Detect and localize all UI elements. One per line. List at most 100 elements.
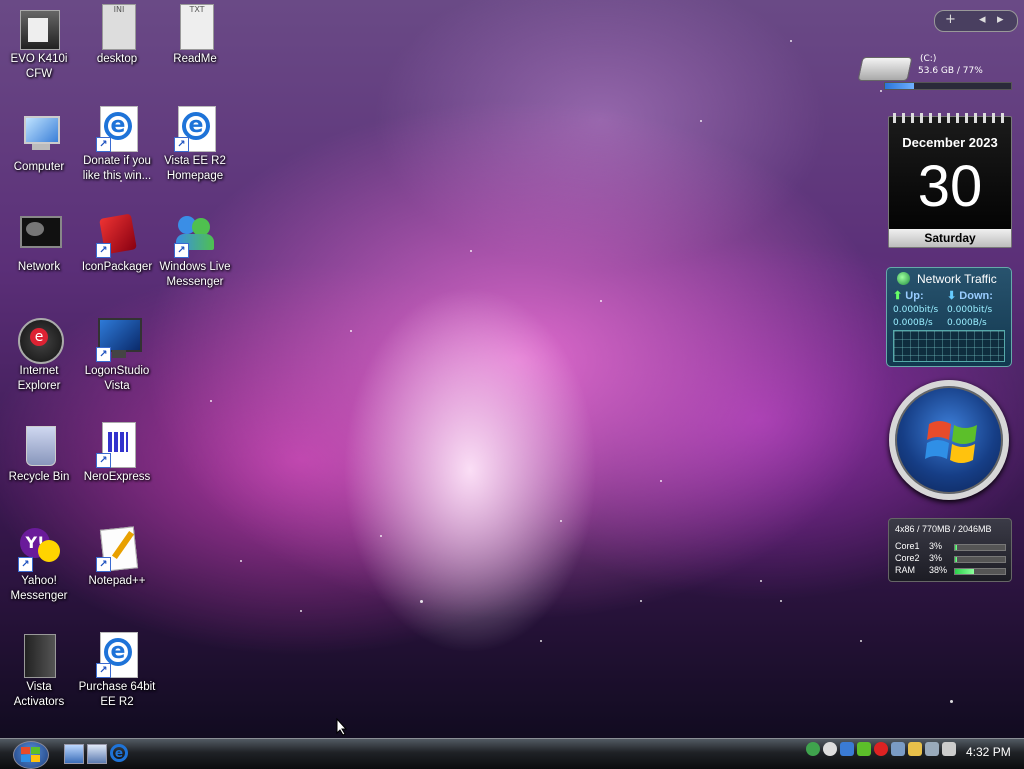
desktop-icon-label: Computer (13, 161, 65, 173)
power-tray-icon[interactable] (908, 742, 922, 756)
desktop-icon-label: EVO K410i CFW (10, 53, 68, 80)
desktop-icon-donate[interactable]: e ↗ Donate if you like this win... (78, 106, 156, 184)
desktop-icon-evo[interactable]: EVO K410i CFW (0, 4, 78, 82)
desktop-icon-yahoo-messenger[interactable]: Y! ↗ Yahoo! Messenger (0, 526, 78, 604)
desktop-icon-label: Network (17, 261, 61, 273)
desktop-icon-label: Windows Live Messenger (159, 261, 231, 288)
desktop-icon-label: Recycle Bin (8, 471, 70, 483)
sidebar-prev-button[interactable]: ◂ (979, 12, 986, 27)
txt-badge: TXT (180, 4, 214, 50)
desktop-icon-network[interactable]: Network (0, 212, 78, 275)
desktop-icon-label: LogonStudio Vista (84, 365, 150, 392)
network-tray-icon[interactable] (857, 742, 871, 756)
internet-explorer-icon[interactable]: e (110, 744, 128, 762)
iconpackager-icon: ↗ (94, 212, 140, 258)
desktop-icon-label: Yahoo! Messenger (10, 575, 68, 602)
desktop-icon-label: NeroExpress (83, 471, 151, 483)
download-label-row: ⬇ Down: (947, 289, 993, 302)
hard-drive-icon (857, 57, 913, 81)
desktop-icon-iconpackager[interactable]: ↗ IconPackager (78, 212, 156, 275)
desktop-icon-label: ReadMe (173, 53, 217, 65)
yahoo-tray-icon[interactable] (823, 742, 837, 756)
calendar-day: 30 (917, 154, 983, 219)
desktop-icon-computer[interactable]: Computer (0, 112, 78, 175)
up-bytes: 0.000B/s (893, 318, 933, 328)
down-bits: 0.000bit/s (947, 305, 993, 315)
core2-label: Core2 (895, 553, 920, 563)
drive-usage: 53.6 GB / 77% (918, 66, 983, 76)
down-label: Down: (959, 290, 993, 302)
calendar-rings (893, 113, 1007, 123)
drive-gadget[interactable]: (C:) 53.6 GB / 77% (857, 50, 1014, 90)
desktop-icon-label: desktop (96, 53, 138, 65)
network-connection-tray-icon[interactable] (925, 742, 939, 756)
windows-flag-icon (925, 421, 977, 463)
sidebar-next-button[interactable]: ▸ (997, 12, 1004, 27)
bluetooth-tray-icon[interactable] (840, 742, 854, 756)
windows-logo-icon (21, 747, 40, 762)
calendar-weekday: Saturday (889, 229, 1011, 247)
show-desktop-icon[interactable] (64, 744, 84, 764)
upload-label-row: ⬆ Up: (893, 289, 924, 302)
add-gadget-button[interactable]: + (945, 12, 956, 27)
neroexpress-icon: ↗ (94, 422, 140, 468)
cpu-meter-gadget[interactable]: 4x86 / 770MB / 2046MB Core1 3% Core2 3% … (888, 518, 1012, 582)
drive-usage-bar (884, 82, 1012, 90)
ram-label: RAM (895, 565, 915, 575)
switch-windows-icon[interactable] (87, 744, 107, 764)
desktop-icon-recycle-bin[interactable]: Recycle Bin (0, 422, 78, 485)
taskbar-clock[interactable]: 4:32 PM (966, 745, 1011, 759)
ini-file-icon: INI (94, 4, 140, 50)
security-tray-icon[interactable] (874, 742, 888, 756)
desktop-icon-desktop-ini[interactable]: INI desktop (78, 4, 156, 67)
desktop-icon-vista-activators[interactable]: Vista Activators (0, 632, 78, 710)
desktop-icon-readme[interactable]: TXT ReadMe (156, 4, 234, 67)
folder-icon (16, 632, 62, 678)
core1-bar (954, 544, 1006, 551)
core1-label: Core1 (895, 541, 920, 551)
start-button[interactable] (13, 741, 49, 769)
desktop-icon-vista-homepage[interactable]: e ↗ Vista EE R2 Homepage (156, 106, 234, 184)
internet-explorer-icon: e ↗ (94, 632, 140, 678)
desktop-icon-label: Notepad++ (88, 575, 146, 587)
ini-badge: INI (102, 4, 136, 50)
network-icon (16, 212, 62, 258)
network-traffic-gadget[interactable]: Network Traffic ⬆ Up: ⬇ Down: 0.000bit/s… (886, 267, 1012, 367)
volume-muted-tray-icon[interactable] (942, 742, 956, 756)
calendar-gadget[interactable]: December 2023 30 Saturday (888, 113, 1012, 248)
desktop-icon-notepad-plus[interactable]: ↗ Notepad++ (78, 526, 156, 589)
core1-value: 3% (929, 541, 943, 551)
network-title: Network Traffic (917, 272, 997, 286)
up-label: Up: (905, 290, 924, 302)
desktop-icon-neroexpress[interactable]: ↗ NeroExpress (78, 422, 156, 485)
recycle-bin-icon (16, 422, 62, 468)
notepad-plus-icon: ↗ (94, 526, 140, 572)
desktop-icon-purchase[interactable]: e ↗ Purchase 64bit EE R2 (78, 632, 156, 710)
arrow-down-icon: ⬇ (947, 290, 957, 302)
desktop-icon-label: Purchase 64bit EE R2 (78, 681, 156, 708)
core2-bar (954, 556, 1006, 563)
desktop-icon-label: Donate if you like this win... (82, 155, 152, 182)
archive-icon (16, 4, 62, 50)
down-bytes: 0.000B/s (947, 318, 987, 328)
up-bits: 0.000bit/s (893, 305, 939, 315)
messenger-icon: ↗ (172, 212, 218, 258)
desktop-icon-internet-explorer[interactable]: e Internet Explorer (0, 316, 78, 394)
messenger-tray-icon[interactable] (806, 742, 820, 756)
computer-icon (16, 112, 62, 158)
globe-icon (897, 272, 910, 285)
sidebar-controls: + ◂ ▸ (934, 10, 1018, 32)
ram-value: 38% (929, 565, 948, 575)
desktop-icon-logonstudio[interactable]: ↗ LogonStudio Vista (78, 316, 156, 394)
clock-gadget[interactable] (889, 380, 1009, 500)
desktop-icon-label: Vista Activators (13, 681, 65, 708)
safely-remove-tray-icon[interactable] (891, 742, 905, 756)
logonstudio-icon: ↗ (94, 316, 142, 362)
internet-explorer-icon: e ↗ (94, 106, 140, 152)
calendar-month-year: December 2023 (902, 135, 998, 150)
desktop-icon-windows-live-messenger[interactable]: ↗ Windows Live Messenger (156, 212, 234, 290)
desktop-icon-label: Vista EE R2 Homepage (164, 155, 226, 182)
arrow-up-icon: ⬆ (893, 290, 903, 302)
txt-file-icon: TXT (172, 4, 218, 50)
internet-explorer-icon: e ↗ (172, 106, 218, 152)
